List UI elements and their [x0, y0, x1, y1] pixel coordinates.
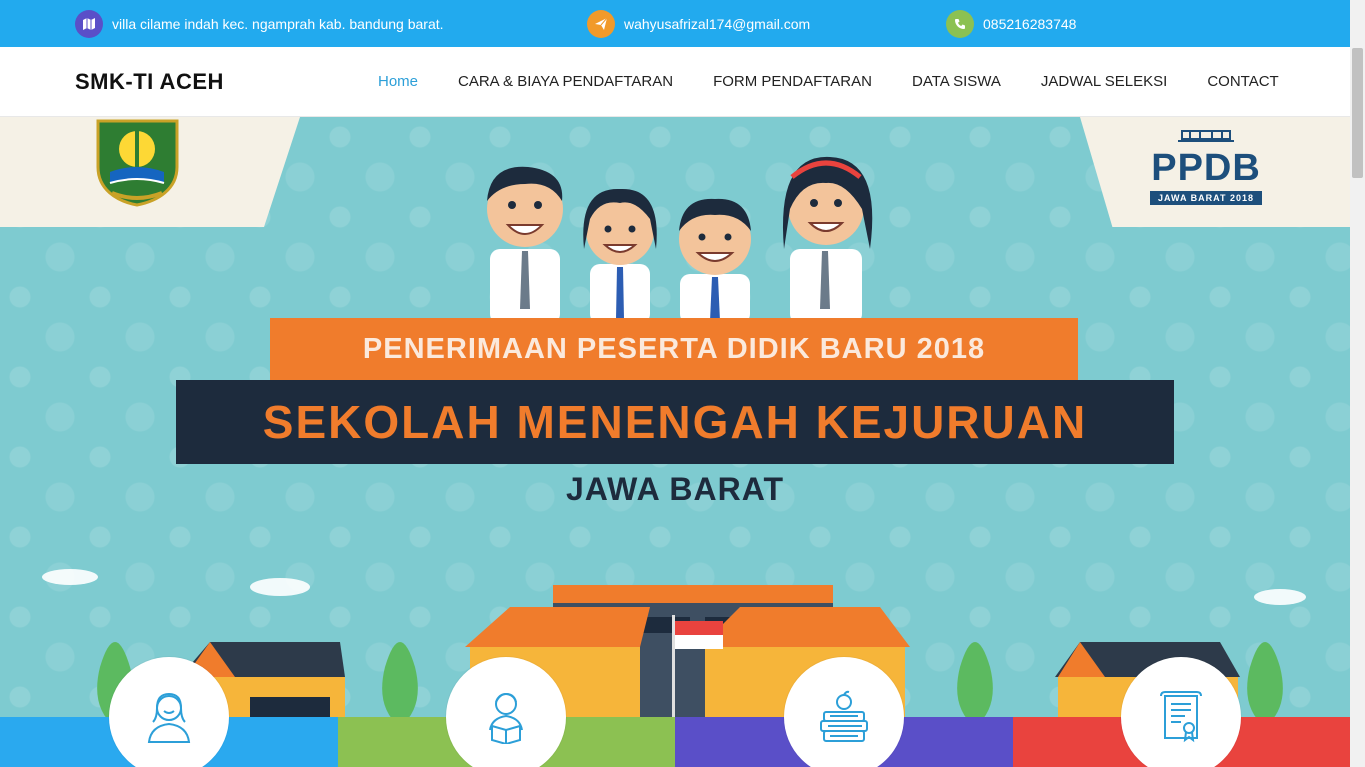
ppdb-logo-text: PPDB [1151, 147, 1261, 189]
ppdb-logo: PPDB JAWA BARAT 2018 [1150, 127, 1263, 206]
main-navbar: SMK-TI ACEH Home CARA & BIAYA PENDAFTARA… [0, 47, 1350, 117]
nav-home[interactable]: Home [378, 73, 418, 90]
west-java-seal-icon [96, 119, 179, 207]
phone-icon [946, 10, 974, 38]
map-icon [75, 10, 103, 38]
page-scrollbar[interactable] [1350, 0, 1365, 767]
address-info: villa cilame indah kec. ngamprah kab. ba… [75, 10, 444, 38]
hero-line-jawa-barat: JAWA BARAT [566, 471, 784, 507]
nav-form-pendaftaran[interactable]: FORM PENDAFTARAN [713, 73, 872, 90]
email-info[interactable]: wahyusafrizal174@gmail.com [587, 10, 810, 38]
nav-cara-biaya[interactable]: CARA & BIAYA PENDAFTARAN [458, 73, 673, 90]
hero-line-smk: SEKOLAH MENENGAH KEJURUAN [176, 380, 1174, 464]
students-illustration [487, 156, 873, 324]
phone-info[interactable]: 085216283748 [946, 10, 1076, 38]
student-reading-icon [489, 692, 523, 744]
ppdb-logo-subtitle: JAWA BARAT 2018 [1150, 191, 1263, 205]
phone-text[interactable]: 085216283748 [983, 16, 1076, 32]
address-text: villa cilame indah kec. ngamprah kab. ba… [112, 16, 444, 32]
feature-circle-4[interactable] [1121, 657, 1241, 767]
top-info-bar: villa cilame indah kec. ngamprah kab. ba… [0, 0, 1350, 47]
nav-data-siswa[interactable]: DATA SISWA [912, 73, 1001, 90]
site-brand[interactable]: SMK-TI ACEH [75, 69, 224, 95]
send-icon [587, 10, 615, 38]
email-text[interactable]: wahyusafrizal174@gmail.com [624, 16, 810, 32]
student-girl-icon [147, 692, 191, 743]
nav-contact[interactable]: CONTACT [1207, 73, 1278, 90]
hero-line-penerimaan: PENERIMAAN PESERTA DIDIK BARU 2018 [270, 318, 1078, 380]
certificate-icon [1160, 691, 1202, 743]
main-menu: Home CARA & BIAYA PENDAFTARAN FORM PENDA… [378, 73, 1279, 90]
feature-circle-3[interactable] [784, 657, 904, 767]
feature-circle-2[interactable] [446, 657, 566, 767]
scrollbar-thumb[interactable] [1352, 48, 1363, 178]
feature-circle-1[interactable] [109, 657, 229, 767]
nav-jadwal-seleksi[interactable]: JADWAL SELEKSI [1041, 73, 1167, 90]
building-icon [1178, 130, 1235, 142]
books-apple-icon [820, 690, 868, 742]
